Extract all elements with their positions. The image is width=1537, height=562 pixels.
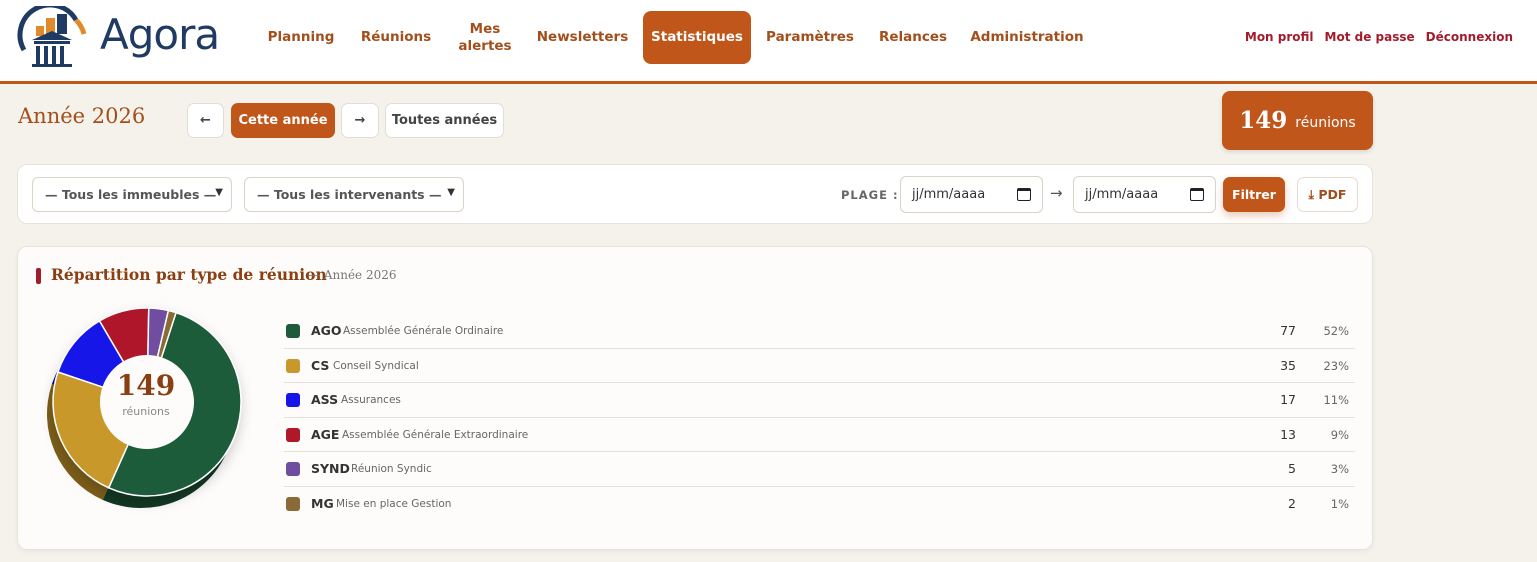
type-count: 17 [1280,392,1296,407]
total-meetings-badge: 149 réunions [1222,91,1373,150]
nav-administration[interactable]: Administration [966,11,1088,64]
nav-reunions[interactable]: Réunions [354,11,438,64]
building-select[interactable]: — Tous les immeubles — ▼ [32,177,232,212]
page-title: Année 2026 [18,104,146,128]
building-select-value: — Tous les immeubles — [45,187,217,202]
type-count: 35 [1280,357,1296,373]
title-marker [36,268,41,284]
type-count: 5 [1288,461,1296,476]
type-label: Mise en place Gestion [336,497,452,510]
legend-row-ago: AGO Assemblée Générale Ordinaire 77 52% [284,314,1355,349]
donut-center-label: réunions [122,405,170,418]
calendar-icon[interactable] [1190,188,1204,201]
nav-planning[interactable]: Planning [262,11,340,64]
previous-year-button[interactable]: ← [187,103,224,138]
speaker-select[interactable]: — Tous les intervenants — ▼ [244,177,464,212]
chevron-down-icon: ▼ [215,187,223,198]
type-label: Conseil Syndical [333,359,419,372]
type-count: 13 [1280,426,1296,442]
top-navbar: Agora Planning Réunions Mes alertes News… [0,0,1537,84]
legend-row-cs: CS Conseil Syndical 35 23% [284,349,1355,383]
nav-relances[interactable]: Relances [872,11,954,64]
stats-title: Répartition par type de réunion [51,265,327,284]
type-percentage: 11% [1323,393,1349,407]
type-percentage: 1% [1330,496,1349,511]
color-swatch [286,427,300,442]
nav-parametres[interactable]: Paramètres [762,11,858,64]
legend-row-synd: SYND Réunion Syndic 5 3% [284,452,1355,487]
password-link[interactable]: Mot de passe [1325,30,1415,44]
brand-name: Agora [100,10,220,59]
range-label: PLAGE : [841,188,899,202]
type-count: 2 [1288,495,1296,511]
pdf-export-button[interactable]: ⤓ PDF [1297,177,1358,212]
type-count: 77 [1280,323,1296,338]
color-swatch [286,393,300,407]
meeting-type-legend: AGO Assemblée Générale Ordinaire 77 52% CS Co… [284,314,1355,521]
color-swatch [286,496,300,511]
color-swatch [286,462,300,476]
range-separator: → [1050,184,1063,202]
type-code: MG [311,495,334,511]
type-label: Assurances [341,394,401,406]
total-meetings-label: réunions [1295,114,1356,131]
type-label: Assemblée Générale Ordinaire [343,325,504,337]
type-percentage: 9% [1330,427,1349,442]
nav-mes-alertes[interactable]: Mes alertes [452,11,518,64]
type-percentage: 23% [1323,358,1349,373]
profile-link[interactable]: Mon profil [1245,30,1314,44]
total-meetings-count: 149 [1239,107,1288,134]
type-code: CS [311,357,330,373]
color-swatch [286,358,300,373]
type-percentage: 3% [1330,462,1349,476]
next-year-button[interactable]: → [341,103,379,138]
logout-link[interactable]: Déconnexion [1426,30,1513,44]
type-code: SYND [311,461,350,476]
user-links: Mon profil Mot de passe Déconnexion [1245,30,1513,44]
color-swatch [286,324,300,338]
speaker-select-value: — Tous les intervenants — [257,187,442,202]
legend-row-ass: ASS Assurances 17 11% [284,383,1355,418]
donut-center-value: 149 [116,369,176,402]
calendar-icon[interactable] [1017,188,1031,201]
type-code: AGO [311,323,342,338]
stats-subtitle: — Année 2026 [308,268,397,282]
legend-row-age: AGE Assemblée Générale Extraordinaire 13 9% [284,418,1355,452]
date-to-placeholder: jj/mm/aaaa [1085,187,1159,202]
filter-button[interactable]: Filtrer [1223,177,1285,212]
building-logo-icon [17,2,87,67]
nav-newsletters[interactable]: Newsletters [532,11,633,64]
date-to-input[interactable]: jj/mm/aaaa [1073,176,1216,213]
legend-row-mg: MG Mise en place Gestion 2 1% [284,487,1355,522]
nav-statistiques[interactable]: Statistiques [643,11,751,64]
date-from-input[interactable]: jj/mm/aaaa [900,176,1043,213]
chevron-down-icon: ▼ [447,187,455,198]
date-from-placeholder: jj/mm/aaaa [912,187,986,202]
current-year-button[interactable]: Cette année [231,103,335,138]
type-code: AGE [311,426,340,442]
all-years-button[interactable]: Toutes années [385,103,504,138]
type-percentage: 52% [1323,324,1349,338]
agora-logo[interactable]: Agora [14,2,239,70]
type-label: Réunion Syndic [351,463,432,475]
type-code: ASS [311,392,339,407]
type-label: Assemblée Générale Extraordinaire [342,428,529,441]
